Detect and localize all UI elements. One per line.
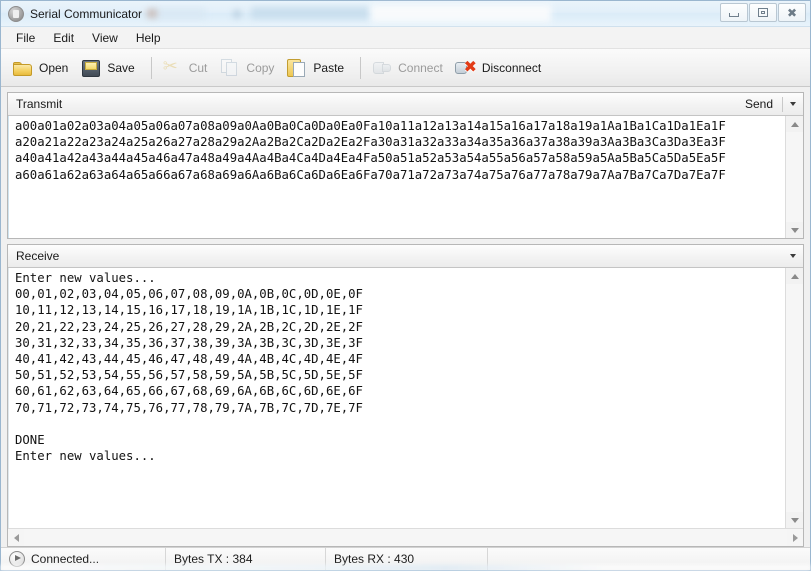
maximize-icon[interactable] [749, 3, 777, 22]
copy-button[interactable]: Copy [216, 52, 281, 84]
menu-bar: File Edit View Help [1, 27, 810, 49]
transmit-panel: Transmit Send a00a01a02a03a04a05a06a07a0… [7, 92, 804, 239]
plug-icon [371, 57, 393, 79]
scroll-left-icon[interactable] [8, 529, 24, 546]
minimize-icon[interactable] [720, 3, 748, 22]
window-controls: ✖ [719, 3, 806, 22]
chevron-down-icon[interactable] [785, 247, 801, 265]
scissors-icon [162, 57, 184, 79]
app-circle-icon [8, 6, 24, 22]
receive-vertical-scrollbar[interactable] [785, 268, 803, 528]
scroll-down-icon[interactable] [786, 222, 803, 238]
transmit-panel-header: Transmit Send [8, 93, 803, 116]
scroll-up-icon[interactable] [786, 116, 803, 132]
menu-item-view[interactable]: View [83, 29, 127, 47]
toolbar-separator-2 [360, 57, 361, 79]
disconnect-button-label: Disconnect [482, 61, 541, 75]
paste-button[interactable]: Paste [283, 52, 351, 84]
transmit-vertical-scrollbar[interactable] [785, 116, 803, 238]
transmit-textarea[interactable]: a00a01a02a03a04a05a06a07a08a09a0Aa0Ba0Ca… [8, 116, 785, 238]
send-separator [782, 97, 783, 112]
clipboard-icon [286, 57, 308, 79]
open-button[interactable]: Open [9, 52, 75, 84]
menu-item-edit[interactable]: Edit [44, 29, 83, 47]
toolbar-separator-1 [151, 57, 152, 79]
save-button[interactable]: Save [77, 52, 141, 84]
scroll-up-icon[interactable] [786, 268, 803, 284]
floppy-save-icon [80, 57, 102, 79]
connect-button-label: Connect [398, 61, 443, 75]
cut-button-label: Cut [189, 61, 208, 75]
receive-horizontal-scrollbar[interactable] [8, 528, 803, 546]
redacted-title-region-4 [251, 7, 369, 19]
close-icon[interactable]: ✖ [778, 3, 806, 22]
title-bar: Serial Communicator ✖ [1, 1, 810, 27]
transmit-scroll-track[interactable] [786, 132, 803, 222]
chevron-down-icon[interactable] [785, 95, 801, 113]
cut-button[interactable]: Cut [159, 52, 215, 84]
copy-button-label: Copy [246, 61, 274, 75]
connect-button[interactable]: Connect [368, 52, 450, 84]
receive-textarea[interactable]: Enter new values... 00,01,02,03,04,05,06… [8, 268, 785, 528]
receive-scroll-track[interactable] [786, 284, 803, 512]
transmit-body: a00a01a02a03a04a05a06a07a08a09a0Aa0Ba0Ca… [8, 116, 803, 238]
receive-hscroll-track[interactable] [24, 529, 787, 546]
plug-disconnect-icon: ✖ [455, 57, 477, 79]
redacted-title-region-2 [147, 9, 157, 18]
scroll-right-icon[interactable] [787, 529, 803, 546]
disconnect-button[interactable]: ✖ Disconnect [452, 52, 548, 84]
receive-body: Enter new values... 00,01,02,03,04,05,06… [8, 268, 803, 528]
send-button[interactable]: Send [738, 96, 780, 112]
menu-item-help[interactable]: Help [127, 29, 170, 47]
window-title: Serial Communicator [30, 7, 142, 21]
folder-open-icon [12, 57, 34, 79]
toolbar: Open Save Cut Copy Paste Connect ✖ [1, 49, 810, 87]
page-bottom-artifact [0, 565, 811, 571]
paste-button-label: Paste [313, 61, 344, 75]
application-window: Serial Communicator ✖ File Edit View Hel… [0, 0, 811, 571]
redacted-title-region-1 [151, 8, 206, 19]
receive-panel: Receive Enter new values... 00,01,02,03,… [7, 244, 804, 547]
receive-title: Receive [16, 249, 785, 263]
redacted-title-region-3 [233, 10, 241, 18]
transmit-title: Transmit [16, 97, 738, 111]
open-button-label: Open [39, 61, 68, 75]
save-button-label: Save [107, 61, 134, 75]
scroll-down-icon[interactable] [786, 512, 803, 528]
copy-pages-icon [219, 57, 241, 79]
redacted-title-region-5 [371, 5, 551, 22]
menu-item-file[interactable]: File [7, 29, 44, 47]
connection-status-label: Connected... [31, 552, 99, 566]
receive-panel-header: Receive [8, 245, 803, 268]
